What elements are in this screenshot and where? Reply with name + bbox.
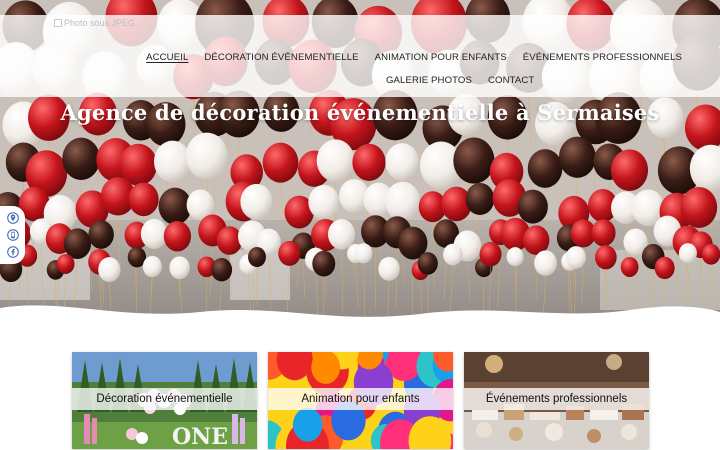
hero-balloon — [128, 182, 159, 217]
hero-balloon — [316, 139, 355, 182]
hero-balloon — [453, 137, 495, 184]
card-label: Événements professionnels — [464, 388, 649, 410]
kids-balloon — [311, 352, 341, 384]
nav-animation-pour-enfants[interactable]: Animation pour enfants — [375, 52, 507, 63]
hero-balloon — [465, 182, 495, 216]
hero-balloon — [278, 240, 301, 266]
facebook-icon[interactable] — [6, 245, 19, 258]
card-decoration-evenementielle[interactable]: ONE Décoration événementielle — [72, 352, 257, 449]
logo-alt-text: Photo sous JPEG — [64, 18, 136, 28]
nav-evenements-professionnels[interactable]: Événements professionnels — [523, 52, 682, 63]
hero-balloon — [312, 250, 336, 277]
hero-balloon — [240, 183, 273, 220]
hero-balloon — [88, 220, 114, 249]
nav-accueil[interactable]: Accueil — [146, 52, 188, 63]
hero-balloon — [211, 257, 233, 282]
hero-balloon — [534, 250, 557, 276]
hero-balloon — [479, 241, 502, 267]
hero-balloon — [216, 226, 243, 255]
hero-balloon — [378, 256, 400, 281]
nav-decoration-evenementielle[interactable]: Décoration événementielle — [204, 52, 358, 63]
hero-balloon — [140, 218, 168, 249]
nav-contact[interactable]: Contact — [488, 75, 534, 86]
map-pin-icon[interactable] — [6, 212, 19, 225]
hero-balloon — [163, 221, 192, 252]
main-nav-row-1: Accueil Décoration événementielle Animat… — [146, 52, 682, 63]
hero-balloon — [248, 246, 266, 268]
hero-balloon — [354, 243, 373, 264]
card-label: Décoration événementielle — [72, 388, 257, 410]
service-cards: ONE Décoration événementielle Animation … — [72, 352, 649, 449]
hero-balloon — [610, 149, 649, 191]
hero-balloon — [565, 246, 586, 269]
card-label: Animation pour enfants — [268, 388, 453, 410]
nav-galerie-photos[interactable]: Galerie photos — [386, 75, 472, 86]
hero-balloon — [327, 219, 356, 250]
card-animation-pour-enfants[interactable]: Animation pour enfants — [268, 352, 453, 449]
hero-wave-divider — [0, 305, 720, 330]
hero-balloon — [591, 219, 616, 247]
hero-balloon — [620, 257, 639, 277]
phone-icon[interactable] — [6, 229, 19, 241]
hero-balloon — [98, 257, 121, 283]
hero-balloon — [506, 247, 524, 267]
hero-balloon — [678, 243, 697, 264]
hero-title: Agence de décoration événementielle à Se… — [60, 100, 660, 125]
hero-balloon — [701, 243, 720, 265]
hero-balloon — [680, 186, 718, 228]
hero-balloon — [352, 143, 386, 181]
hero-balloon — [443, 243, 463, 266]
hero-balloon — [185, 132, 228, 180]
hero-balloon — [158, 187, 192, 225]
social-side-tab — [0, 206, 25, 264]
hero-balloon — [169, 256, 190, 280]
hero-balloon — [153, 140, 192, 183]
hero-balloon — [62, 137, 101, 180]
site-header: Photo sous JPEG Accueil Décoration événe… — [0, 15, 720, 97]
hero-balloon — [385, 143, 419, 181]
hero-balloon — [142, 255, 162, 278]
card-evenements-professionnels[interactable]: Événements professionnels — [464, 352, 649, 449]
hero-balloon — [654, 256, 675, 280]
kids-balloon — [292, 407, 323, 442]
hero-balloon — [595, 245, 617, 270]
hero-balloon — [385, 181, 421, 221]
hero-balloon — [308, 184, 340, 220]
svg-text:ONE: ONE — [172, 424, 228, 449]
hero-balloon — [417, 252, 438, 275]
main-nav-row-2: Galerie photos Contact — [386, 75, 534, 86]
hero-balloon — [517, 189, 548, 224]
hero-balloon — [558, 136, 596, 178]
site-logo[interactable]: Photo sous JPEG — [54, 18, 135, 28]
hero-balloon — [56, 253, 75, 274]
hero-balloon — [527, 149, 563, 188]
broken-image-icon — [54, 19, 62, 27]
hero-balloon — [262, 142, 299, 183]
